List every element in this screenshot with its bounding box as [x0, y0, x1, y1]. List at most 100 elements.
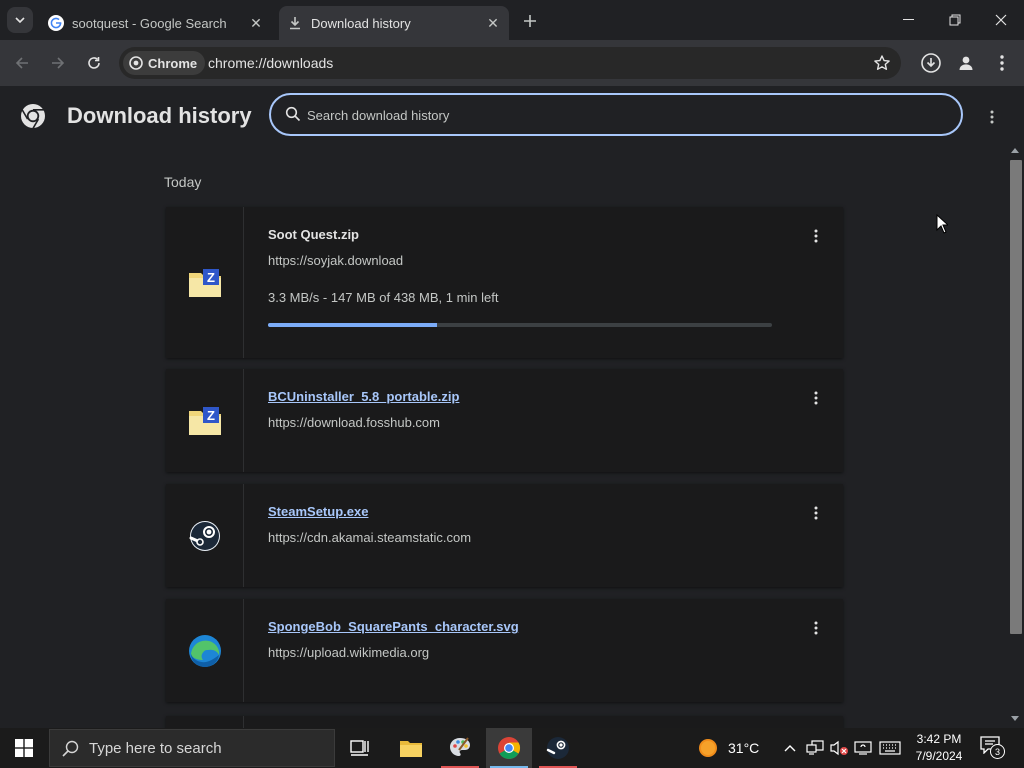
download-item-menu-button[interactable] [806, 224, 826, 248]
taskbar-search-box[interactable]: Type here to search [49, 729, 335, 767]
arrow-right-icon [52, 57, 65, 69]
file-icon-cell [166, 599, 244, 702]
download-source-url[interactable]: https://download.fosshub.com [268, 415, 440, 430]
notification-center-button[interactable]: 3 [980, 736, 1006, 760]
download-progress-fill [268, 323, 438, 327]
profile-button[interactable] [953, 50, 979, 76]
bookmark-star-icon[interactable] [873, 54, 891, 77]
forward-button[interactable] [45, 50, 71, 76]
kebab-menu-icon [814, 506, 818, 520]
browser-toolbar: Chrome chrome://downloads [0, 40, 1024, 86]
url-text[interactable]: chrome://downloads [208, 55, 333, 71]
show-hidden-icons-button[interactable] [781, 728, 799, 768]
scrollbar-thumb[interactable] [1010, 160, 1022, 634]
close-icon [995, 14, 1007, 26]
notification-count-badge: 3 [990, 744, 1005, 759]
steam-icon [546, 737, 569, 759]
scroll-up-arrow[interactable] [1008, 144, 1022, 156]
download-item-menu-button[interactable] [806, 501, 826, 525]
display-icon [854, 741, 872, 755]
svg-text:Z: Z [207, 408, 215, 423]
triangle-up-icon [1011, 147, 1019, 153]
download-item-menu-button[interactable] [806, 386, 826, 410]
profile-icon [959, 56, 973, 70]
sun-icon [699, 739, 717, 757]
download-item: Z BCUninstaller_5.8_portable.zip https:/… [166, 369, 843, 472]
restore-button[interactable] [932, 0, 978, 40]
kebab-menu-icon [990, 110, 994, 124]
folder-icon [400, 741, 422, 757]
file-icon-cell: Z [166, 207, 244, 358]
file-icon-cell: Z [166, 369, 244, 472]
zip-folder-icon: Z [188, 268, 221, 297]
page-title: Download history [67, 103, 252, 128]
restore-icon [949, 14, 961, 26]
task-view-button[interactable] [337, 728, 383, 768]
date-section-label: Today [164, 174, 202, 190]
scroll-down-arrow[interactable] [1008, 712, 1022, 724]
chrome-menu-button[interactable] [989, 50, 1015, 76]
search-downloads-box[interactable] [269, 93, 963, 136]
task-view-icon [350, 740, 369, 756]
download-item: SpongeBob_SquarePants_character.svg http… [166, 599, 843, 702]
tab-title: sootquest - Google Search [72, 15, 227, 31]
minimize-button[interactable] [886, 0, 932, 40]
display-tray-button[interactable] [852, 728, 874, 768]
close-icon[interactable]: ✕ [483, 13, 503, 33]
taskbar-steam[interactable] [535, 728, 581, 768]
steam-icon [189, 520, 220, 551]
close-icon[interactable]: ✕ [246, 13, 266, 33]
volume-tray-button[interactable] [828, 728, 850, 768]
chrome-icon [129, 56, 143, 70]
start-button[interactable] [0, 728, 48, 768]
tab-search-button[interactable] [7, 7, 33, 33]
plus-icon [524, 15, 536, 27]
tab-download-history[interactable]: Download history ✕ [279, 6, 509, 40]
download-source-url[interactable]: https://soyjak.download [268, 253, 403, 268]
edge-icon [188, 634, 221, 667]
network-tray-button[interactable] [804, 728, 826, 768]
download-item: SteamSetup.exe https://cdn.akamai.steams… [166, 484, 843, 587]
arrow-left-icon [15, 57, 28, 69]
paint-palette-icon [450, 737, 470, 756]
keyboard-tray-button[interactable] [877, 728, 903, 768]
chrome-icon [498, 737, 520, 759]
download-source-url[interactable]: https://upload.wikimedia.org [268, 645, 429, 660]
downloads-toolbar-button[interactable] [917, 49, 945, 77]
chrome-page-chip[interactable]: Chrome [123, 51, 206, 75]
clock-time: 3:42 PM [916, 732, 962, 746]
file-icon-cell [166, 716, 244, 728]
download-source-url[interactable]: https://cdn.akamai.steamstatic.com [268, 530, 471, 545]
minimize-icon [903, 19, 914, 20]
taskbar-paint-app[interactable] [437, 728, 483, 768]
search-input[interactable] [307, 104, 927, 126]
back-button[interactable] [9, 50, 35, 76]
kebab-menu-icon [1000, 55, 1004, 71]
chrome-logo-icon [20, 103, 46, 134]
weather-widget[interactable]: 31°C [698, 728, 759, 768]
page-more-actions-button[interactable] [981, 106, 1003, 128]
reload-icon [88, 57, 100, 69]
zip-folder-icon: Z [188, 406, 221, 435]
taskbar-file-explorer[interactable] [388, 728, 434, 768]
svg-text:Z: Z [207, 270, 215, 285]
window-close-button[interactable] [978, 0, 1024, 40]
taskbar-chrome[interactable] [486, 728, 532, 768]
taskbar-clock[interactable]: 3:42 PM 7/9/2024 [905, 731, 973, 765]
download-item-menu-button[interactable] [806, 616, 826, 640]
mouse-pointer-icon [936, 213, 950, 239]
address-bar[interactable]: Chrome chrome://downloads [119, 47, 901, 79]
clock-date: 7/9/2024 [915, 749, 963, 763]
taskbar-search-placeholder: Type here to search [89, 739, 222, 757]
google-g-icon [48, 15, 64, 31]
windows-taskbar: Type here to search 31°C 3:42 PM 7/9/202… [0, 728, 1024, 768]
reload-button[interactable] [81, 50, 107, 76]
download-filename-link[interactable]: SteamSetup.exe [268, 504, 368, 519]
download-filename-link[interactable]: BCUninstaller_5.8_portable.zip [268, 389, 459, 404]
download-filename-link[interactable]: SpongeBob_SquarePants_character.svg [268, 619, 519, 634]
download-progress-bar [268, 323, 772, 327]
new-tab-button[interactable] [518, 9, 542, 33]
kebab-menu-icon [814, 621, 818, 635]
tab-google-search[interactable]: sootquest - Google Search ✕ [40, 6, 272, 40]
downloads-page: Download history Today Z Soot Quest.zip … [0, 86, 1024, 728]
